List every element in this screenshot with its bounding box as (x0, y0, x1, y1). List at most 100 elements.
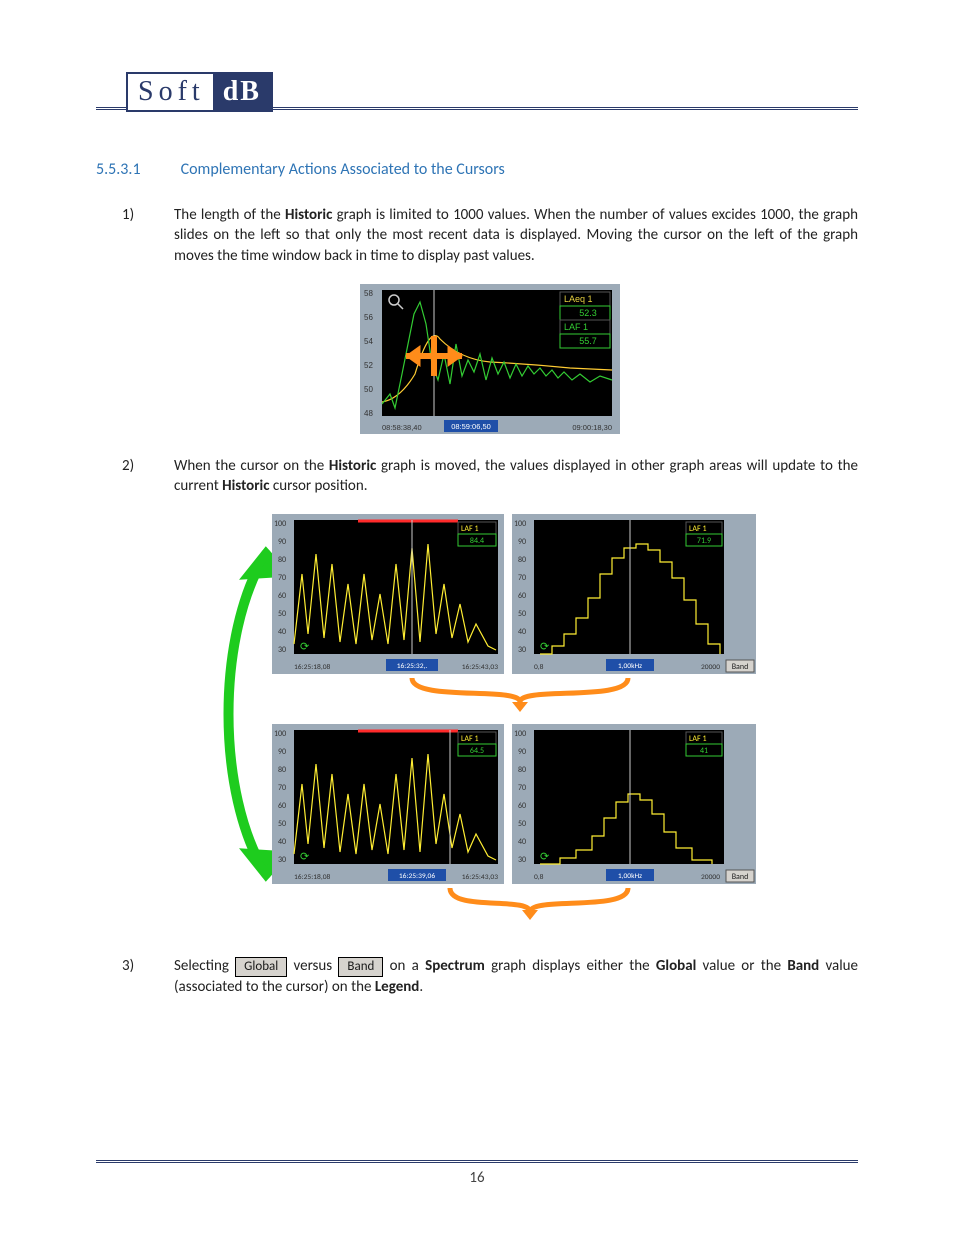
svg-text:80: 80 (518, 765, 526, 775)
svg-text:40: 40 (278, 627, 286, 637)
item-body: Selecting Global versus Band on a Spectr… (174, 956, 858, 997)
svg-text:100: 100 (514, 519, 526, 529)
list-item: 2) When the cursor on the Historic graph… (122, 456, 858, 497)
svg-text:LAeq 1: LAeq 1 (564, 294, 593, 304)
svg-text:60: 60 (278, 591, 286, 601)
historic-small-chart: 58 56 54 52 50 48 (360, 284, 620, 434)
header-rule-right (273, 107, 858, 110)
svg-text:56: 56 (364, 313, 373, 322)
svg-text:⟳: ⟳ (540, 640, 549, 653)
svg-text:08:58:38,40: 08:58:38,40 (382, 423, 422, 432)
svg-text:16:25:32,.: 16:25:32,. (397, 662, 428, 671)
svg-text:58: 58 (364, 289, 373, 298)
svg-text:0,8: 0,8 (534, 873, 544, 882)
section-number: 5.5.3.1 (96, 160, 141, 179)
brand-logo: Soft dB (126, 72, 273, 112)
svg-text:80: 80 (278, 555, 286, 565)
svg-text:Band: Band (732, 662, 749, 672)
section-title: Complementary Actions Associated to the … (181, 160, 505, 179)
item-body: The length of the Historic graph is limi… (174, 205, 858, 266)
svg-text:20000: 20000 (701, 873, 720, 882)
svg-text:90: 90 (518, 537, 526, 547)
svg-text:Band: Band (732, 872, 749, 882)
svg-text:⟳: ⟳ (540, 850, 549, 863)
svg-text:100: 100 (514, 729, 526, 739)
svg-text:80: 80 (518, 555, 526, 565)
svg-text:1,00kHz: 1,00kHz (618, 662, 642, 671)
svg-text:50: 50 (278, 609, 286, 619)
svg-text:50: 50 (278, 819, 286, 829)
svg-text:⟳: ⟳ (300, 640, 309, 653)
svg-text:08:59:06,50: 08:59:06,50 (451, 422, 491, 431)
svg-text:16:25:39,06: 16:25:39,06 (399, 872, 435, 881)
svg-text:30: 30 (278, 645, 286, 655)
svg-text:30: 30 (278, 855, 286, 865)
page-header: Soft dB (96, 72, 858, 112)
page-footer: 16 (96, 1160, 858, 1187)
svg-text:60: 60 (518, 591, 526, 601)
svg-text:41: 41 (700, 746, 708, 756)
section-heading: 5.5.3.1 Complementary Actions Associated… (96, 160, 858, 179)
svg-text:40: 40 (518, 627, 526, 637)
svg-text:20000: 20000 (701, 663, 720, 672)
svg-text:LAF 1: LAF 1 (461, 734, 479, 744)
svg-text:50: 50 (364, 385, 373, 394)
svg-text:40: 40 (278, 837, 286, 847)
item-number: 2) (122, 456, 146, 497)
svg-text:100: 100 (274, 519, 286, 529)
svg-text:LAF 1: LAF 1 (564, 322, 588, 332)
svg-text:⟳: ⟳ (300, 850, 309, 863)
svg-text:60: 60 (518, 801, 526, 811)
content-list: 1) The length of the Historic graph is l… (96, 205, 858, 997)
band-chip[interactable]: Band (338, 957, 383, 977)
item-number: 1) (122, 205, 146, 266)
svg-text:48: 48 (364, 409, 373, 418)
svg-text:16:25:18,08: 16:25:18,08 (294, 873, 330, 882)
svg-text:52.3: 52.3 (579, 308, 597, 318)
global-chip[interactable]: Global (235, 957, 287, 977)
svg-text:40: 40 (518, 837, 526, 847)
svg-text:LAF 1: LAF 1 (689, 734, 707, 744)
brand-db: dB (213, 74, 271, 110)
svg-text:1,00kHz: 1,00kHz (618, 872, 642, 881)
item-number: 3) (122, 956, 146, 997)
svg-text:55.7: 55.7 (579, 336, 597, 346)
figure-linked-graphs: 100 90 80 70 60 50 40 30 LAF 1 84.4 ⟳ (122, 514, 858, 934)
svg-text:09:00:18,30: 09:00:18,30 (572, 423, 612, 432)
svg-text:54: 54 (364, 337, 373, 346)
item-body: When the cursor on the Historic graph is… (174, 456, 858, 497)
page-number: 16 (96, 1169, 858, 1187)
list-item: 3) Selecting Global versus Band on a Spe… (122, 956, 858, 997)
page: Soft dB 5.5.3.1 Complementary Actions As… (0, 0, 954, 1235)
footer-rule (96, 1160, 858, 1163)
list-item: 1) The length of the Historic graph is l… (122, 205, 858, 266)
svg-text:50: 50 (518, 609, 526, 619)
svg-text:90: 90 (278, 747, 286, 757)
svg-text:70: 70 (518, 783, 526, 793)
svg-text:80: 80 (278, 765, 286, 775)
svg-text:100: 100 (274, 729, 286, 739)
svg-text:LAF 1: LAF 1 (461, 524, 479, 534)
svg-text:90: 90 (278, 537, 286, 547)
linked-graphs-chart: 100 90 80 70 60 50 40 30 LAF 1 84.4 ⟳ (220, 514, 760, 934)
svg-text:52: 52 (364, 361, 373, 370)
svg-text:70: 70 (278, 783, 286, 793)
svg-text:30: 30 (518, 855, 526, 865)
svg-text:16:25:43,03: 16:25:43,03 (462, 873, 498, 882)
svg-text:70: 70 (278, 573, 286, 583)
svg-text:LAF 1: LAF 1 (689, 524, 707, 534)
svg-text:16:25:43,03: 16:25:43,03 (462, 663, 498, 672)
svg-text:70: 70 (518, 573, 526, 583)
header-rule-left (96, 107, 126, 110)
figure-historic-small: 58 56 54 52 50 48 (122, 284, 858, 434)
svg-text:16:25:18,08: 16:25:18,08 (294, 663, 330, 672)
brand-soft: Soft (128, 76, 213, 108)
svg-text:71.9: 71.9 (697, 536, 711, 546)
svg-text:90: 90 (518, 747, 526, 757)
svg-text:64.5: 64.5 (470, 746, 484, 756)
svg-text:84.4: 84.4 (470, 536, 484, 546)
svg-text:0,8: 0,8 (534, 663, 544, 672)
svg-text:50: 50 (518, 819, 526, 829)
svg-text:30: 30 (518, 645, 526, 655)
svg-text:60: 60 (278, 801, 286, 811)
